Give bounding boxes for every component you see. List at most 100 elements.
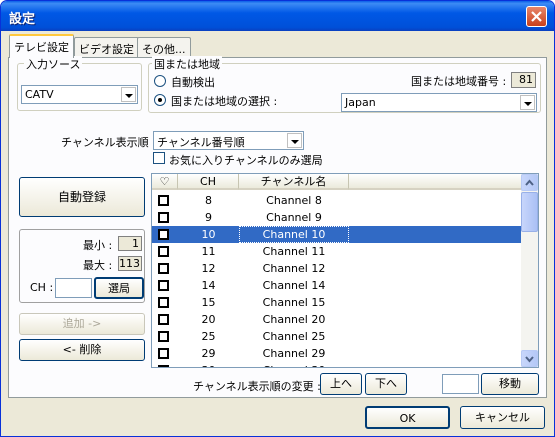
channel-row[interactable]: 29 Channel 29: [152, 345, 522, 362]
chevron-up-icon: [525, 179, 534, 186]
channel-row[interactable]: 20 Channel 20: [152, 311, 522, 328]
channel-row[interactable]: 8 Channel 8: [152, 192, 522, 209]
move-up-button[interactable]: 上へ: [320, 373, 362, 395]
close-icon: [531, 11, 542, 22]
tab-video-settings[interactable]: ビデオ設定: [74, 37, 139, 57]
max-value: 113: [118, 256, 142, 271]
channel-number: 29: [201, 347, 216, 360]
window-title: 設定: [9, 12, 36, 27]
move-label: 移動: [499, 377, 521, 390]
channel-name: Channel 11: [262, 245, 326, 258]
cancel-button[interactable]: キャンセル: [460, 406, 545, 429]
display-order-select[interactable]: チャンネル番号順: [153, 131, 304, 150]
title-bar[interactable]: 設定: [1, 1, 554, 31]
channel-name: Channel 8: [266, 194, 322, 207]
favorite-checkbox[interactable]: [158, 280, 169, 291]
channel-row[interactable]: 10 Channel 10: [152, 226, 522, 243]
chevron-down-icon[interactable]: [121, 87, 136, 102]
channel-row[interactable]: 12 Channel 12: [152, 260, 522, 277]
favorite-checkbox[interactable]: [158, 331, 169, 342]
channel-row[interactable]: 14 Channel 14: [152, 277, 522, 294]
favorite-checkbox[interactable]: [158, 212, 169, 223]
channel-number: 20: [201, 313, 216, 326]
ch-header-label: CH: [200, 175, 216, 188]
tune-button[interactable]: 選局: [94, 277, 144, 299]
favorite-checkbox[interactable]: [158, 229, 169, 240]
ch-input[interactable]: [55, 278, 92, 298]
move-button[interactable]: 移動: [481, 373, 539, 395]
input-source-legend: 入力ソース: [24, 56, 83, 72]
channel-name: Channel 12: [262, 262, 326, 275]
tab-label: ビデオ設定: [79, 43, 134, 56]
move-down-button[interactable]: 下へ: [365, 373, 407, 395]
auto-detect-radio[interactable]: [154, 75, 166, 87]
favorite-checkbox[interactable]: [158, 297, 169, 308]
min-label: 最小 :: [83, 239, 113, 252]
channel-row[interactable]: 30Channel 30: [152, 362, 522, 367]
channel-list[interactable]: ♡ CH チャンネル名 8 Channel 8 9 Channel 9 10 Channe…: [151, 173, 539, 368]
favorite-checkbox[interactable]: [158, 246, 169, 257]
channel-number: 11: [201, 245, 216, 258]
tune-label: 選局: [108, 282, 130, 295]
auto-detect-label: 自動検出: [171, 76, 215, 89]
ch-column-header[interactable]: CH: [178, 174, 239, 190]
channel-name: Channel 30: [239, 362, 349, 367]
channel-name: Channel 15: [262, 296, 326, 309]
channel-name: Channel 29: [262, 347, 326, 360]
move-up-label: 上へ: [330, 377, 352, 390]
auto-register-button[interactable]: 自動登録: [19, 177, 145, 217]
name-column-header[interactable]: チャンネル名: [239, 174, 349, 190]
move-down-label: 下へ: [375, 377, 397, 390]
channel-number: 14: [201, 279, 216, 292]
channel-row[interactable]: 9 Channel 9: [152, 209, 522, 226]
channel-name: Channel 10: [239, 226, 349, 243]
favorite-checkbox[interactable]: [158, 195, 169, 206]
scroll-up-button[interactable]: [521, 174, 538, 191]
heart-icon: ♡: [159, 175, 170, 188]
display-order-label: チャンネル表示順 :: [61, 136, 156, 149]
favorite-checkbox[interactable]: [158, 365, 169, 367]
favorite-column-header[interactable]: ♡: [152, 174, 178, 190]
tab-label: その他...: [142, 43, 186, 56]
channel-number: 9: [205, 211, 212, 224]
chevron-down-icon[interactable]: [287, 133, 302, 148]
channel-number: 15: [201, 296, 216, 309]
select-country-radio[interactable]: [154, 94, 166, 106]
tab-tv-settings[interactable]: テレビ設定: [9, 34, 74, 58]
delete-button[interactable]: <- 削除: [19, 339, 145, 361]
empty-column-header: [349, 174, 522, 190]
channel-name: Channel 25: [262, 330, 326, 343]
country-number-label: 国または地域番号 :: [411, 75, 507, 88]
channel-row[interactable]: 15 Channel 15: [152, 294, 522, 311]
channel-row[interactable]: 25 Channel 25: [152, 328, 522, 345]
add-button[interactable]: 追加 ->: [19, 313, 145, 335]
input-source-value: CATV: [25, 88, 54, 101]
channel-name: Channel 14: [262, 279, 326, 292]
favorite-checkbox[interactable]: [158, 263, 169, 274]
favorite-checkbox[interactable]: [158, 348, 169, 359]
move-position-input[interactable]: [442, 374, 479, 394]
channel-number: 10: [201, 228, 216, 241]
country-select[interactable]: Japan: [341, 93, 537, 112]
channel-name: Channel 20: [262, 313, 326, 326]
favorite-checkbox[interactable]: [158, 314, 169, 325]
reorder-label: チャンネル表示順の変更 :: [193, 380, 321, 393]
ok-button[interactable]: OK: [365, 406, 450, 429]
min-value: 1: [118, 236, 142, 251]
name-header-label: チャンネル名: [260, 175, 327, 188]
cancel-label: キャンセル: [475, 411, 530, 424]
display-order-value: チャンネル番号順: [157, 136, 245, 149]
input-source-select[interactable]: CATV: [21, 85, 138, 104]
vertical-scrollbar[interactable]: [521, 174, 538, 367]
chevron-down-icon[interactable]: [520, 95, 535, 110]
max-label: 最大 :: [83, 259, 113, 272]
channel-number: 8: [205, 194, 212, 207]
close-button[interactable]: [526, 6, 547, 27]
ok-label: OK: [399, 412, 416, 425]
scroll-down-button[interactable]: [521, 350, 538, 367]
auto-register-label: 自動登録: [57, 190, 106, 204]
channel-row[interactable]: 11 Channel 11: [152, 243, 522, 260]
scroll-thumb[interactable]: [521, 192, 538, 232]
favorites-only-checkbox[interactable]: [153, 152, 165, 164]
tab-other[interactable]: その他...: [137, 37, 191, 57]
